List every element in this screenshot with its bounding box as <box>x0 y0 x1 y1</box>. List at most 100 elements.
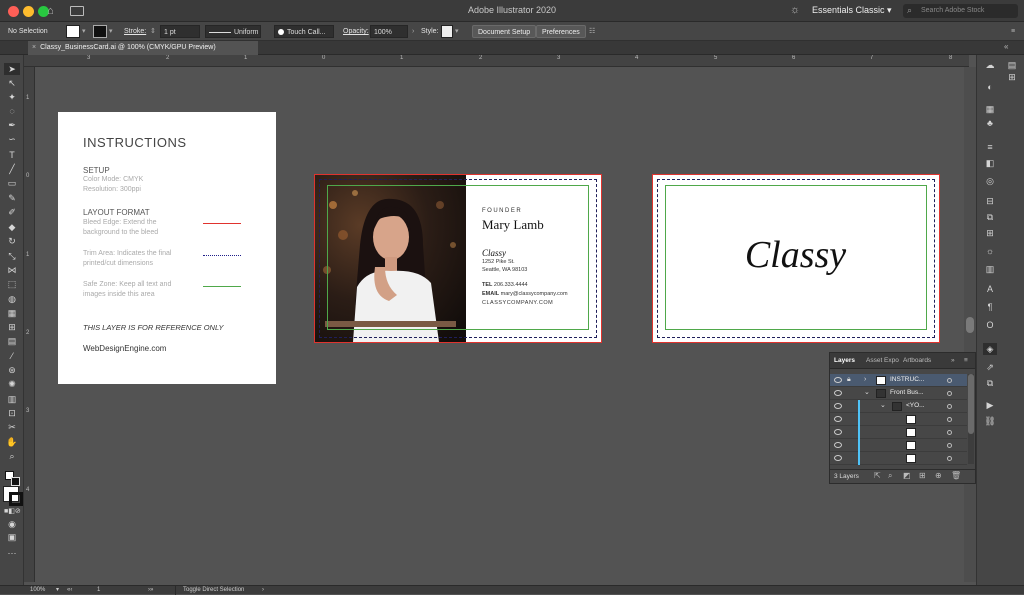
blend-tool-icon[interactable]: ⊛ <box>4 364 20 376</box>
character-icon[interactable]: A <box>983 283 997 295</box>
brushes-icon[interactable]: ♣ <box>983 117 997 129</box>
shape-builder-tool-icon[interactable]: ◍ <box>4 293 20 305</box>
direct-selection-tool-icon[interactable]: ↖ <box>4 77 20 89</box>
visibility-eye-icon[interactable] <box>834 390 842 396</box>
opacity-chevron-icon[interactable]: › <box>412 25 414 38</box>
layers-panel-icon[interactable]: ◈ <box>983 343 997 355</box>
lightbulb-icon[interactable]: ☼ <box>790 4 800 16</box>
curvature-tool-icon[interactable]: ∽ <box>4 133 20 145</box>
lasso-tool-icon[interactable]: ◌ <box>4 105 20 117</box>
layer-row[interactable]: 🔒︎ › INSTRUC... <box>830 374 967 387</box>
front-card-artboard[interactable]: FOUNDER Mary Lamb Classy 1252 Pike St. S… <box>314 174 602 343</box>
target-circle-icon[interactable] <box>947 443 952 448</box>
layer-name[interactable]: <YO... <box>906 402 925 409</box>
column-graph-tool-icon[interactable]: ▥ <box>4 393 20 405</box>
transform-icon[interactable]: ⊞ <box>983 227 997 239</box>
expanded-chevron-icon[interactable]: ⌄ <box>864 388 870 396</box>
document-tab[interactable]: × Classy_BusinessCard.ai @ 100% (CMYK/GPU… <box>28 41 258 55</box>
visibility-eye-icon[interactable] <box>834 455 842 461</box>
target-circle-icon[interactable] <box>947 404 952 409</box>
color-icon[interactable]: ▦ <box>983 103 997 115</box>
rotate-tool-icon[interactable]: ↻ <box>4 235 20 247</box>
stroke-swatch[interactable] <box>93 25 107 38</box>
collapse-panels-icon[interactable]: « <box>1004 42 1008 51</box>
panel-menu-icon[interactable]: ≡ <box>1011 25 1015 38</box>
free-transform-tool-icon[interactable]: ⬚ <box>4 278 20 290</box>
gradient-tool-icon[interactable]: ▤ <box>4 335 20 347</box>
locate-object-icon[interactable]: ⌕ <box>888 471 892 481</box>
hand-tool-icon[interactable]: ✋ <box>4 436 20 448</box>
layer-row[interactable] <box>830 439 967 452</box>
artboards-panel-icon[interactable]: ⧉ <box>983 377 997 389</box>
eyedropper-tool-icon[interactable]: ⁄ <box>4 350 20 362</box>
stroke-color-box[interactable] <box>9 492 23 506</box>
links-icon[interactable]: ⛓ <box>983 415 997 427</box>
visibility-eye-icon[interactable] <box>834 442 842 448</box>
close-tab-icon[interactable]: × <box>32 44 36 51</box>
info-icon[interactable]: ▥ <box>983 263 997 275</box>
pen-tool-icon[interactable]: ✒ <box>4 119 20 131</box>
layers-scroll-thumb[interactable] <box>968 374 974 434</box>
magic-wand-tool-icon[interactable]: ✦ <box>4 91 20 103</box>
pathfinder-icon[interactable]: ⧉ <box>983 211 997 223</box>
style-swatch[interactable] <box>441 25 453 38</box>
visibility-eye-icon[interactable] <box>834 416 842 422</box>
lock-icon[interactable]: 🔒︎ <box>847 376 851 384</box>
libraries-icon[interactable]: ☁ <box>983 59 997 71</box>
paragraph-icon[interactable]: ¶ <box>983 301 997 313</box>
line-tool-icon[interactable]: ╱ <box>4 163 20 175</box>
visibility-eye-icon[interactable] <box>834 377 842 383</box>
transparency-icon[interactable]: ◎ <box>983 175 997 187</box>
stroke-panel-icon[interactable]: ≡ <box>983 141 997 153</box>
align-icon[interactable]: ⊟ <box>983 195 997 207</box>
stock-search-input[interactable]: ⌕ Search Adobe Stock <box>903 4 1018 18</box>
target-circle-icon[interactable] <box>947 430 952 435</box>
type-tool-icon[interactable]: T <box>4 149 20 161</box>
scale-tool-icon[interactable]: ⤡ <box>4 250 20 262</box>
stroke-label[interactable]: Stroke: <box>124 25 146 38</box>
new-layer-icon[interactable]: ⊕ <box>935 471 942 480</box>
scroll-thumb[interactable] <box>966 317 974 333</box>
expand-chevron-icon[interactable]: › <box>864 376 866 383</box>
arrange-icon[interactable]: ☷ <box>589 25 595 38</box>
screen-mode-icon[interactable]: ▣ <box>4 531 20 543</box>
opacity-field[interactable]: 100% <box>370 25 408 38</box>
workspace-switcher[interactable]: Essentials Classic ▾ <box>812 5 892 16</box>
vertical-scrollbar[interactable] <box>964 67 976 582</box>
target-circle-icon[interactable] <box>947 391 952 396</box>
layer-row[interactable]: ⌄ Front Bus... <box>830 387 967 400</box>
export-icon[interactable]: ⇗ <box>983 361 997 373</box>
collect-export-icon[interactable]: ⇱ <box>874 471 881 480</box>
horizontal-ruler[interactable]: 3 2 1 0 1 2 3 4 5 6 7 8 <box>24 55 969 67</box>
expanded-chevron-icon[interactable]: ⌄ <box>880 401 886 409</box>
more-tabs-icon[interactable]: » <box>951 357 955 364</box>
slice-tool-icon[interactable]: ✂ <box>4 421 20 433</box>
new-sublayer-icon[interactable]: ⊞ <box>919 471 926 480</box>
tab-asset-export[interactable]: Asset Expo <box>866 357 899 364</box>
zoom-tool-icon[interactable]: ⌕ <box>4 450 20 462</box>
properties-icon[interactable]: ▤ <box>1005 59 1019 71</box>
opentype-icon[interactable]: O <box>983 319 997 331</box>
layer-name[interactable]: Front Bus... <box>890 389 924 396</box>
eraser-tool-icon[interactable]: ◆ <box>4 221 20 233</box>
perspective-grid-tool-icon[interactable]: ▦ <box>4 307 20 319</box>
more-tools-icon[interactable]: ··· <box>4 547 20 559</box>
opacity-label[interactable]: Opacity: <box>343 25 369 38</box>
fill-dropdown-icon[interactable]: ▾ <box>82 25 86 38</box>
target-circle-icon[interactable] <box>947 456 952 461</box>
visibility-eye-icon[interactable] <box>834 429 842 435</box>
shaper-tool-icon[interactable]: ✐ <box>4 206 20 218</box>
default-stroke-swatch[interactable] <box>11 477 20 486</box>
layer-row[interactable] <box>830 426 967 439</box>
swatches-icon[interactable]: ⊞ <box>1005 71 1019 83</box>
width-tool-icon[interactable]: ⋈ <box>4 264 20 276</box>
mesh-tool-icon[interactable]: ⊞ <box>4 321 20 333</box>
paintbrush-tool-icon[interactable]: ✎ <box>4 192 20 204</box>
tab-layers[interactable]: Layers <box>834 357 855 364</box>
brush-select[interactable]: Touch Call... <box>274 25 334 38</box>
back-card-artboard[interactable]: Classy <box>652 174 940 343</box>
instructions-artboard[interactable]: INSTRUCTIONS SETUP Color Mode: CMYK Reso… <box>58 112 276 384</box>
visibility-eye-icon[interactable] <box>834 403 842 409</box>
layer-row[interactable]: ⌄ <YO... <box>830 400 967 413</box>
clipping-mask-icon[interactable]: ◩ <box>903 471 911 480</box>
